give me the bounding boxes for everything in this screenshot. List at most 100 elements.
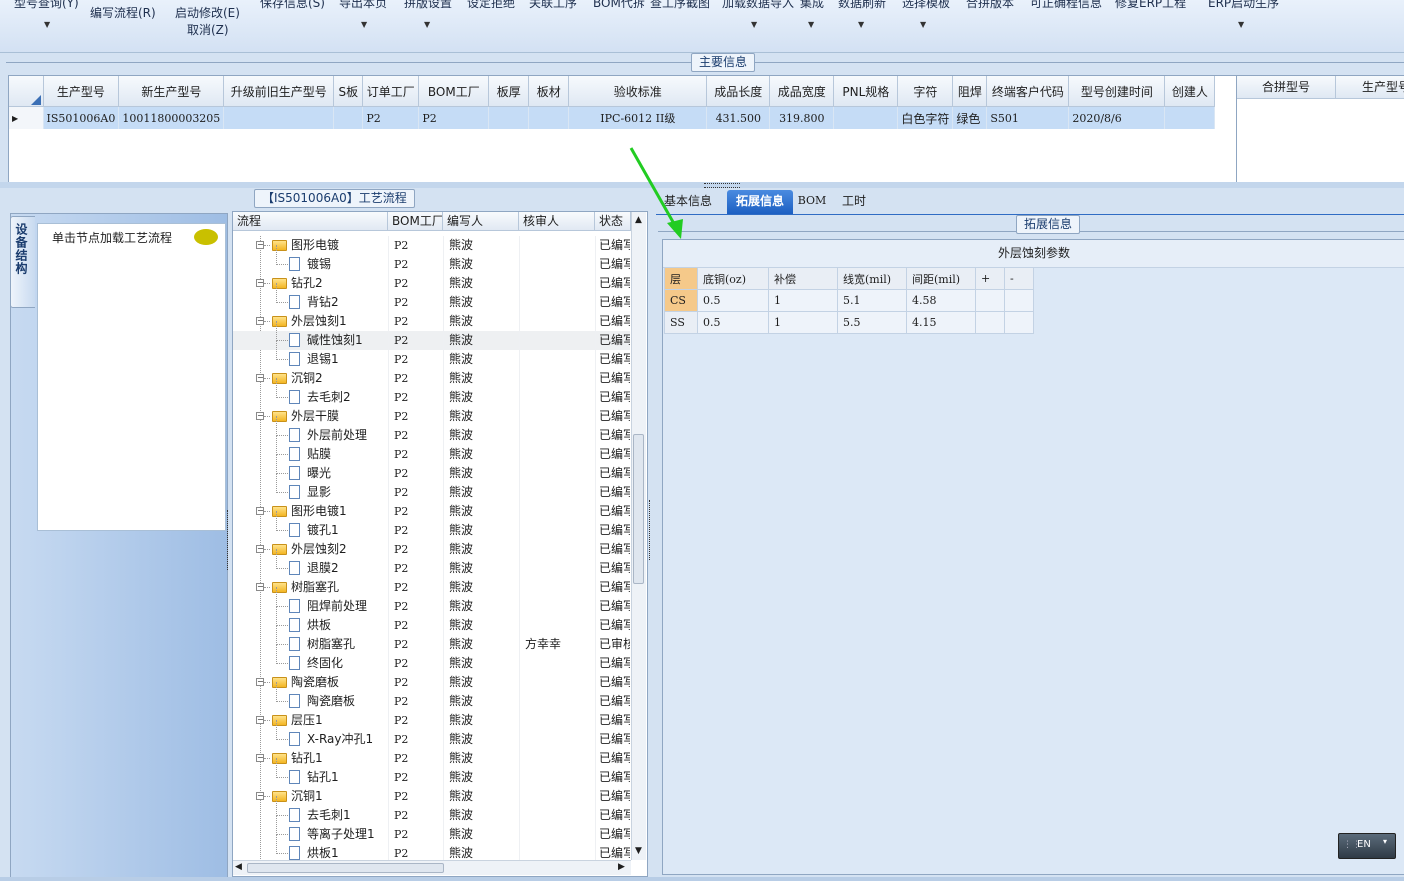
param-cell[interactable]: 0.5 bbox=[697, 311, 769, 334]
cell-order-factory[interactable]: P2 bbox=[362, 106, 420, 129]
param-row[interactable]: SS 0.5 1 5.5 4.15 bbox=[664, 311, 1034, 334]
param-cell[interactable] bbox=[975, 289, 1005, 312]
column-header[interactable]: 终端客户代码 bbox=[986, 76, 1070, 107]
process-row[interactable]: 树脂塞孔 P2 熊波 方幸幸 已审核 bbox=[233, 625, 630, 654]
h-scrollbar-thumb[interactable] bbox=[247, 863, 444, 873]
dropdown-arrow-icon[interactable]: ▼ bbox=[751, 20, 757, 29]
collapse-icon[interactable]: − bbox=[256, 279, 264, 287]
column-header[interactable]: 成品长度 bbox=[706, 76, 771, 107]
ribbon-item[interactable]: 设定拒绝 bbox=[467, 0, 515, 11]
write-process-button[interactable]: 编写流程(R) bbox=[90, 4, 156, 21]
splitter-grip-icon[interactable] bbox=[704, 183, 740, 188]
collapse-icon[interactable]: − bbox=[256, 317, 264, 325]
cell-standard[interactable]: IPC-6012 II级 bbox=[568, 106, 708, 129]
process-row[interactable]: 等离子处理1 P2 熊波 已编写 bbox=[233, 815, 630, 844]
ribbon-item[interactable]: 可正确程信息 bbox=[1030, 0, 1102, 11]
column-header[interactable]: 验收标准 bbox=[568, 76, 708, 107]
dropdown-arrow-icon[interactable]: ▼ bbox=[858, 20, 864, 29]
column-header-process[interactable]: 流程 bbox=[233, 212, 388, 231]
collapse-icon[interactable]: − bbox=[256, 412, 264, 420]
collapse-icon[interactable]: − bbox=[256, 241, 264, 249]
process-row[interactable]: − 沉铜1 P2 熊波 已编写 bbox=[233, 787, 630, 806]
column-header[interactable]: 型号创建时间 bbox=[1068, 76, 1166, 107]
merge-model-grid[interactable]: 合拼型号 生产型号 bbox=[1236, 75, 1404, 183]
collapse-icon[interactable]: − bbox=[256, 545, 264, 553]
ribbon-item[interactable]: 查工序截图 bbox=[650, 0, 710, 11]
param-cell[interactable]: SS bbox=[664, 311, 698, 334]
column-header[interactable]: 成品宽度 bbox=[769, 76, 835, 107]
vertical-scrollbar[interactable]: ▲ ▼ bbox=[631, 212, 646, 860]
process-row[interactable]: 去毛刺2 P2 熊波 已编写 bbox=[233, 378, 630, 407]
process-row[interactable]: − 外层蚀刻1 P2 熊波 已编写 bbox=[233, 312, 630, 331]
param-cell[interactable]: 5.1 bbox=[837, 289, 907, 312]
process-row[interactable]: − 外层蚀刻2 P2 熊波 已编写 bbox=[233, 540, 630, 559]
process-row[interactable]: − 层压1 P2 熊波 已编写 bbox=[233, 711, 630, 730]
ribbon-item[interactable]: BOM代拆 bbox=[593, 0, 645, 11]
dropdown-arrow-icon[interactable]: ▼ bbox=[44, 20, 50, 29]
cell-length[interactable]: 431.500 bbox=[706, 106, 771, 129]
ime-menu-icon[interactable]: ▾ bbox=[1383, 831, 1387, 853]
scroll-left-icon[interactable]: ◀ bbox=[235, 862, 242, 872]
table-row[interactable]: ▶ IS501006A0 10011800003205 P2 P2 IPC-6012 II… bbox=[9, 106, 1216, 129]
ribbon-item[interactable]: 关联工序 bbox=[529, 0, 577, 11]
collapse-icon[interactable]: − bbox=[256, 583, 264, 591]
start-modify-button[interactable]: 启动修改(E) bbox=[175, 4, 240, 21]
scrollbar-thumb[interactable] bbox=[633, 434, 644, 584]
ribbon-item[interactable]: 型号查询(Y) bbox=[14, 0, 79, 11]
column-header[interactable]: 板厚 bbox=[488, 76, 530, 107]
column-header-bom-factory[interactable]: BOM工厂 bbox=[388, 212, 443, 231]
column-header[interactable]: 生产型号 bbox=[43, 76, 120, 107]
cancel-button[interactable]: 取消(Z) bbox=[187, 21, 229, 38]
param-cell[interactable]: 1 bbox=[768, 289, 838, 312]
remove-column-button[interactable]: - bbox=[1004, 267, 1034, 290]
cell-char[interactable]: 白色字符 bbox=[897, 106, 954, 129]
tab-bom[interactable]: BOM bbox=[797, 190, 827, 214]
tab-extended-info[interactable]: 拓展信息 bbox=[727, 190, 793, 214]
cell-thickness[interactable] bbox=[488, 106, 530, 129]
collapse-icon[interactable]: − bbox=[256, 507, 264, 515]
add-column-button[interactable]: + bbox=[975, 267, 1005, 290]
process-row[interactable]: − 树脂塞孔 P2 熊波 已编写 bbox=[233, 578, 630, 597]
process-row[interactable]: − 外层干膜 P2 熊波 已编写 bbox=[233, 407, 630, 426]
collapse-icon[interactable]: − bbox=[256, 754, 264, 762]
main-info-grid[interactable]: 生产型号 新生产型号 升级前旧生产型号 S板 订单工厂 BOM工厂 板厚 板材 验收标准 成品长度… bbox=[8, 75, 1237, 183]
process-row[interactable]: X-Ray冲孔1 P2 熊波 已编写 bbox=[233, 720, 630, 749]
collapse-icon[interactable]: − bbox=[256, 678, 264, 686]
cell-old-model[interactable] bbox=[223, 106, 335, 129]
column-header[interactable]: 订单工厂 bbox=[362, 76, 420, 107]
param-cell[interactable]: CS bbox=[664, 289, 698, 312]
process-row[interactable]: 烘板 P2 熊波 已编写 bbox=[233, 606, 630, 635]
cell-model[interactable]: IS501006A0 bbox=[43, 106, 120, 129]
dropdown-arrow-icon[interactable]: ▼ bbox=[920, 20, 926, 29]
collapse-icon[interactable]: − bbox=[256, 716, 264, 724]
process-tree-grid[interactable]: 流程 BOM工厂 编写人 核审人 状态 −图形电镀P2熊波已编写镀锡P2熊波已编… bbox=[232, 211, 648, 877]
process-row[interactable]: 碱性蚀刻1 P2 熊波 已编写 bbox=[233, 321, 630, 350]
process-row[interactable]: 镀锡 P2 熊波 已编写 bbox=[233, 245, 630, 274]
tab-work-hours[interactable]: 工时 bbox=[836, 190, 872, 214]
tab-device-structure[interactable]: 设备结构 bbox=[10, 216, 35, 308]
cell-new-model[interactable]: 10011800003205 bbox=[118, 106, 225, 129]
column-header[interactable]: PNL规格 bbox=[833, 76, 899, 107]
column-header[interactable]: 创建人 bbox=[1164, 76, 1216, 107]
cell-bom-factory[interactable]: P2 bbox=[418, 106, 490, 129]
process-row[interactable]: 外层前处理 P2 熊波 已编写 bbox=[233, 416, 630, 445]
ribbon-item[interactable]: 加载数据导入 bbox=[722, 0, 794, 11]
process-row[interactable]: − 钻孔2 P2 熊波 已编写 bbox=[233, 274, 630, 293]
process-row[interactable]: 镀孔1 P2 熊波 已编写 bbox=[233, 511, 630, 540]
column-header[interactable]: 升级前旧生产型号 bbox=[223, 76, 335, 107]
dropdown-arrow-icon[interactable]: ▼ bbox=[424, 20, 430, 29]
ime-indicator[interactable]: ⋮⋮ EN ▾ bbox=[1338, 833, 1396, 859]
column-header-writer[interactable]: 编写人 bbox=[443, 212, 519, 231]
cell-pnl[interactable] bbox=[833, 106, 899, 129]
ribbon-item[interactable]: 修复ERP工程 bbox=[1115, 0, 1186, 11]
param-row[interactable]: CS 0.5 1 5.1 4.58 bbox=[664, 289, 1034, 312]
ribbon-item[interactable]: ERP启动生序 bbox=[1208, 0, 1279, 11]
mid-splitter-grip-icon[interactable] bbox=[649, 500, 654, 560]
collapse-icon[interactable]: − bbox=[256, 374, 264, 382]
process-row[interactable]: −图形电镀P2熊波已编写 bbox=[233, 236, 630, 255]
process-row[interactable]: − 陶瓷磨板 P2 熊波 已编写 bbox=[233, 673, 630, 692]
row-indicator-icon[interactable]: ▶ bbox=[9, 106, 44, 129]
process-row[interactable]: 曝光 P2 熊波 已编写 bbox=[233, 454, 630, 483]
horizontal-splitter[interactable] bbox=[0, 182, 1404, 188]
process-row[interactable]: 钻孔1 P2 熊波 已编写 bbox=[233, 758, 630, 787]
